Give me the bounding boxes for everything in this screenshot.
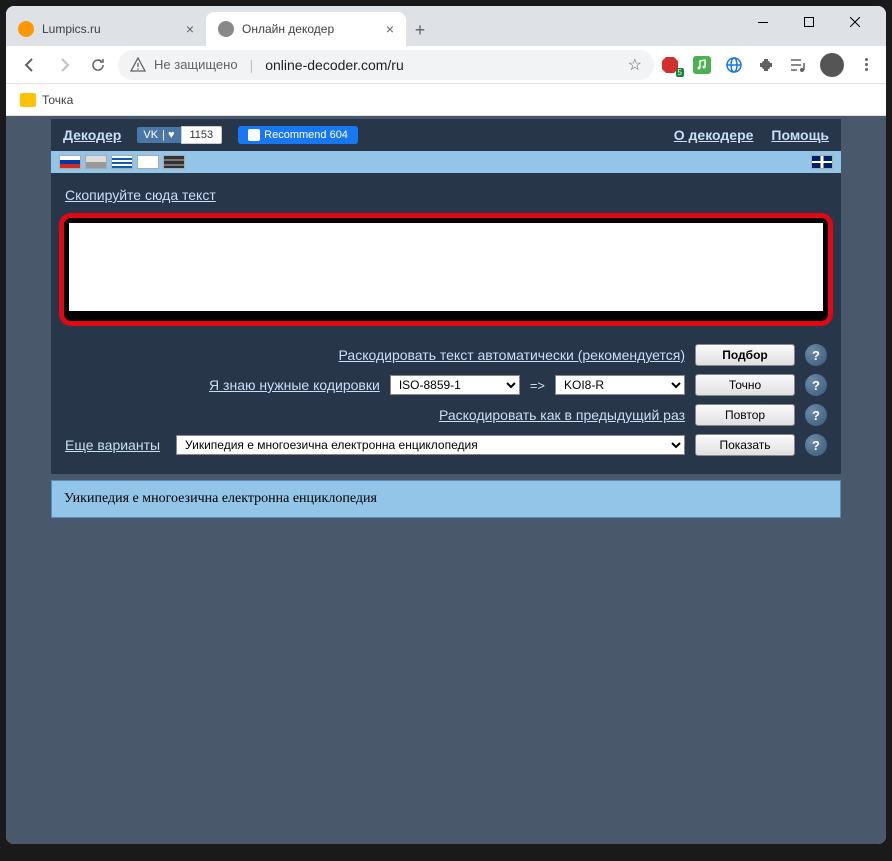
close-icon[interactable]: × xyxy=(186,21,194,37)
extension-icons: 5 xyxy=(660,53,876,77)
about-link[interactable]: О декодере xyxy=(674,127,754,143)
url-text: online-decoder.com/ru xyxy=(265,57,404,73)
fb-recommend-button[interactable]: Recommend 604 xyxy=(238,126,358,144)
decode-repeat-button[interactable]: Повтор xyxy=(695,404,795,426)
favicon-icon xyxy=(218,21,234,37)
security-text: Не защищено xyxy=(154,57,238,72)
fb-label: Recommend 604 xyxy=(264,129,348,141)
textarea-highlight xyxy=(59,213,833,326)
avatar[interactable] xyxy=(820,53,844,77)
ext-badge: 5 xyxy=(676,68,684,77)
window-controls xyxy=(740,6,878,38)
help-icon[interactable]: ? xyxy=(805,374,827,396)
row-label: Я знаю нужные кодировки xyxy=(65,377,380,393)
new-tab-button[interactable]: + xyxy=(406,16,434,44)
tab-decoder[interactable]: Онлайн декодер × xyxy=(206,12,406,46)
maximize-button[interactable] xyxy=(786,6,832,38)
flag-uk-icon[interactable] xyxy=(811,155,833,169)
folder-icon xyxy=(20,93,36,107)
bookmark-item[interactable]: Точка xyxy=(42,93,73,107)
toolbar: Не защищено | online-decoder.com/ru ☆ 5 xyxy=(6,46,886,84)
input-textarea[interactable] xyxy=(67,221,825,313)
menu-button[interactable] xyxy=(856,58,876,71)
warning-icon xyxy=(130,57,146,73)
tabs: Lumpics.ru × Онлайн декодер × + xyxy=(6,12,740,46)
address-separator: | xyxy=(250,57,254,73)
from-encoding-select[interactable]: ISO-8859-1 xyxy=(390,375,520,395)
tab-title: Lumpics.ru xyxy=(42,22,101,36)
music-icon[interactable] xyxy=(692,55,712,75)
thumbs-up-icon xyxy=(248,129,260,141)
adblock-icon[interactable]: 5 xyxy=(660,55,680,75)
form-rows: Раскодировать текст автоматически (реком… xyxy=(65,340,827,460)
row-label: Раскодировать текст автоматически (реком… xyxy=(65,347,685,363)
reload-button[interactable] xyxy=(84,51,112,79)
globe-icon[interactable] xyxy=(724,55,744,75)
playlist-icon[interactable] xyxy=(788,55,808,75)
row-more: Еще варианты Уикипедия е многоезична еле… xyxy=(65,430,827,460)
help-link[interactable]: Помощь xyxy=(771,127,829,143)
language-flags xyxy=(51,151,841,173)
titlebar: Lumpics.ru × Онлайн декодер × + xyxy=(6,6,886,46)
result-text: Уикипедия е многоезична електронна енцик… xyxy=(64,491,377,506)
favicon-icon xyxy=(18,21,34,37)
back-button[interactable] xyxy=(16,51,44,79)
vk-widget[interactable]: VK | ♥ 1153 xyxy=(137,126,222,144)
app-header: Декодер VK | ♥ 1153 Recommend 604 О деко… xyxy=(51,119,841,151)
bookmarks-bar: Точка xyxy=(6,84,886,116)
row-known: Я знаю нужные кодировки ISO-8859-1 => KO… xyxy=(65,370,827,400)
forward-button[interactable] xyxy=(50,51,78,79)
browser-window: Lumpics.ru × Онлайн декодер × + xyxy=(6,6,886,844)
close-window-button[interactable] xyxy=(832,6,878,38)
row-repeat: Раскодировать как в предыдущий раз Повто… xyxy=(65,400,827,430)
arrow-icon: => xyxy=(530,378,545,393)
bookmark-star-icon[interactable]: ☆ xyxy=(628,55,642,75)
vk-icon: VK | ♥ xyxy=(137,127,180,143)
address-bar[interactable]: Не защищено | online-decoder.com/ru ☆ xyxy=(118,50,654,80)
row-auto: Раскодировать текст автоматически (реком… xyxy=(65,340,827,370)
flag-il-icon[interactable] xyxy=(137,155,159,169)
tab-lumpics[interactable]: Lumpics.ru × xyxy=(6,12,206,46)
decode-exact-button[interactable]: Точно xyxy=(695,374,795,396)
flag-ru-icon[interactable] xyxy=(59,155,81,169)
row-label: Раскодировать как в предыдущий раз xyxy=(65,407,685,423)
minimize-button[interactable] xyxy=(740,6,786,38)
help-icon[interactable]: ? xyxy=(805,344,827,366)
page-content: Декодер VK | ♥ 1153 Recommend 604 О деко… xyxy=(6,116,886,844)
result-box: Уикипедия е многоезична електронна енцик… xyxy=(51,480,841,518)
to-encoding-select[interactable]: KOI8-R xyxy=(555,375,685,395)
vk-count: 1153 xyxy=(181,126,223,144)
close-icon[interactable]: × xyxy=(386,21,394,37)
flag-grey-icon[interactable] xyxy=(85,155,107,169)
flag-dark-icon[interactable] xyxy=(163,155,185,169)
extensions-icon[interactable] xyxy=(756,55,776,75)
tab-title: Онлайн декодер xyxy=(242,22,334,36)
app-title-link[interactable]: Декодер xyxy=(63,127,121,143)
decode-auto-button[interactable]: Подбор xyxy=(695,344,795,366)
main-panel: Скопируйте сюда текст Раскодировать текс… xyxy=(51,173,841,474)
flag-gr-icon[interactable] xyxy=(111,155,133,169)
more-options-select[interactable]: Уикипедия е многоезична електронна енцик… xyxy=(176,435,685,455)
help-icon[interactable]: ? xyxy=(805,434,827,456)
paste-label: Скопируйте сюда текст xyxy=(55,181,226,209)
show-button[interactable]: Показать xyxy=(695,434,795,456)
help-icon[interactable]: ? xyxy=(805,404,827,426)
row-label: Еще варианты xyxy=(65,437,166,453)
